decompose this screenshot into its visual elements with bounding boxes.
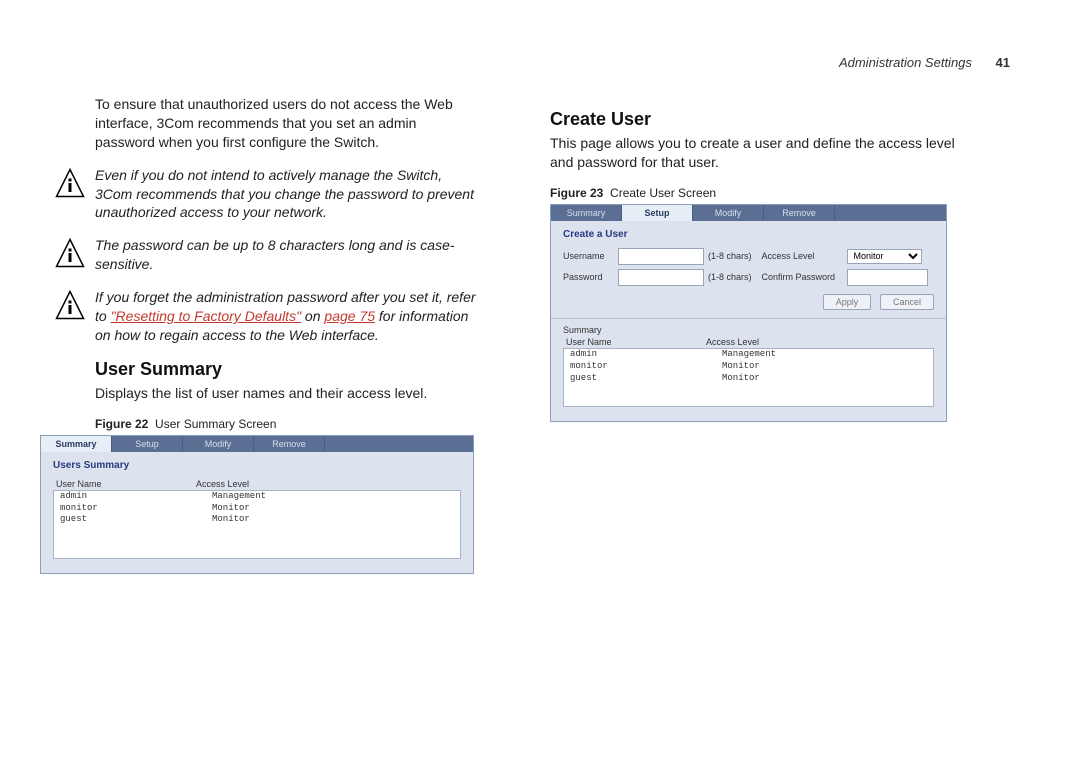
label-confirm-password: Confirm Password bbox=[762, 272, 847, 282]
fig23-col-access: Access Level bbox=[706, 337, 934, 347]
info-note-2-text: The password can be up to 8 characters l… bbox=[95, 236, 480, 274]
info-note-1-text: Even if you do not intend to actively ma… bbox=[95, 166, 480, 223]
tab-summary[interactable]: Summary bbox=[551, 205, 622, 221]
table-row: monitorMonitor bbox=[54, 503, 461, 515]
table-row: guestMonitor bbox=[54, 514, 461, 526]
fig23-tabs: Summary Setup Modify Remove bbox=[551, 205, 946, 221]
fig23-table-header: User Name Access Level bbox=[563, 337, 934, 347]
heading-create-user: Create User bbox=[550, 109, 980, 130]
figure-22-caption: Figure 22 User Summary Screen bbox=[95, 417, 480, 431]
link-reset-defaults[interactable]: "Resetting to Factory Defaults" bbox=[111, 308, 301, 324]
figure-23-label: Figure 23 bbox=[550, 186, 603, 200]
fig22-col-username: User Name bbox=[53, 479, 196, 489]
note3-mid: on bbox=[301, 308, 324, 324]
label-access-level: Access Level bbox=[762, 251, 847, 261]
input-confirm-password[interactable] bbox=[847, 269, 928, 286]
apply-button[interactable]: Apply bbox=[823, 294, 872, 310]
figure-23-title: Create User Screen bbox=[610, 186, 716, 200]
fig22-col-access: Access Level bbox=[196, 479, 461, 489]
hint-password: (1-8 chars) bbox=[708, 272, 752, 282]
row-password: Password (1-8 chars) Confirm Password bbox=[563, 269, 934, 286]
fig23-col-username: User Name bbox=[563, 337, 706, 347]
link-page-75[interactable]: page 75 bbox=[324, 308, 375, 324]
row-username: Username (1-8 chars) Access Level Monito… bbox=[563, 248, 934, 265]
tab-remove[interactable]: Remove bbox=[764, 205, 835, 221]
table-row: adminManagement bbox=[564, 348, 934, 360]
select-access-level[interactable]: Monitor bbox=[847, 249, 922, 264]
label-password: Password bbox=[563, 272, 618, 282]
input-password[interactable] bbox=[618, 269, 704, 286]
summary-subheader: Summary bbox=[563, 325, 934, 335]
fig23-panel-title: Create a User bbox=[563, 229, 934, 240]
hint-username: (1-8 chars) bbox=[708, 251, 752, 261]
figure-22-label: Figure 22 bbox=[95, 417, 148, 431]
info-icon bbox=[55, 168, 85, 198]
figure-22-title: User Summary Screen bbox=[155, 417, 276, 431]
intro-paragraph: To ensure that unauthorized users do not… bbox=[95, 95, 480, 152]
fig22-table: adminManagement monitorMonitor guestMoni… bbox=[53, 490, 461, 560]
label-username: Username bbox=[563, 251, 618, 261]
input-username[interactable] bbox=[618, 248, 704, 265]
info-icon bbox=[55, 238, 85, 268]
create-user-desc: This page allows you to create a user an… bbox=[550, 134, 980, 172]
info-icon bbox=[55, 290, 85, 320]
tab-modify[interactable]: Modify bbox=[183, 436, 254, 452]
fig22-tabs: Summary Setup Modify Remove bbox=[41, 436, 473, 452]
tab-summary[interactable]: Summary bbox=[41, 436, 112, 452]
button-row: Apply Cancel bbox=[563, 294, 934, 310]
info-note-1: Even if you do not intend to actively ma… bbox=[55, 166, 480, 223]
tab-setup[interactable]: Setup bbox=[112, 436, 183, 452]
fig23-table: adminManagement monitorMonitor guestMoni… bbox=[563, 348, 934, 408]
tab-modify[interactable]: Modify bbox=[693, 205, 764, 221]
user-summary-desc: Displays the list of user names and thei… bbox=[95, 384, 480, 403]
info-note-3-text: If you forget the administration passwor… bbox=[95, 288, 480, 345]
left-column: To ensure that unauthorized users do not… bbox=[40, 40, 480, 574]
table-row: adminManagement bbox=[54, 490, 461, 502]
table-row: monitorMonitor bbox=[564, 361, 934, 373]
heading-user-summary: User Summary bbox=[95, 359, 480, 380]
tab-remove[interactable]: Remove bbox=[254, 436, 325, 452]
tab-setup[interactable]: Setup bbox=[622, 205, 693, 221]
info-note-2: The password can be up to 8 characters l… bbox=[55, 236, 480, 274]
figure-23-caption: Figure 23 Create User Screen bbox=[550, 186, 980, 200]
cancel-button[interactable]: Cancel bbox=[880, 294, 934, 310]
table-row: guestMonitor bbox=[564, 373, 934, 385]
info-note-3: If you forget the administration passwor… bbox=[55, 288, 480, 345]
page-number: 41 bbox=[996, 55, 1010, 70]
figure-23-screenshot: Summary Setup Modify Remove Create a Use… bbox=[550, 204, 947, 423]
right-column: Create User This page allows you to crea… bbox=[540, 40, 980, 574]
fig22-table-header: User Name Access Level bbox=[53, 479, 461, 489]
figure-22-screenshot: Summary Setup Modify Remove Users Summar… bbox=[40, 435, 474, 575]
fig22-panel-title: Users Summary bbox=[53, 460, 461, 471]
